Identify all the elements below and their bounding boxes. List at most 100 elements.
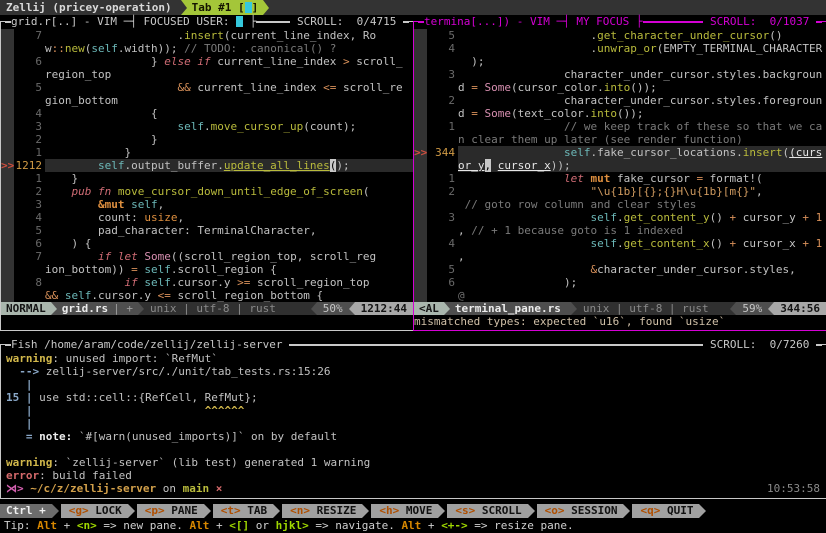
scroll-indicator: SCROLL: 0/1037 (703, 15, 816, 28)
token-key: <n> (77, 519, 97, 532)
pane-title-text: termina[...]) - VIM ─┤ MY FOCUS ├ (424, 15, 643, 28)
token-sf: self (91, 42, 118, 55)
token-op: >= (237, 276, 250, 289)
ctrl-prefix: Ctrl + (0, 504, 52, 518)
token-op: <= (323, 81, 336, 94)
keybind-key: <p> (145, 504, 172, 517)
code-text: , // + 1 because goto is 1 indexed (458, 224, 826, 237)
token-d (33, 404, 205, 417)
tab-1[interactable]: Tab #1 [] (187, 0, 264, 15)
line-number: 2 (427, 185, 458, 198)
terminal-row: && self.cursor.y <= scroll_region_bottom… (1, 289, 413, 302)
gutter-sign (414, 211, 427, 224)
keybind-session[interactable]: <o> SESSION (537, 504, 624, 518)
pane-grid-rs[interactable]: grid.r[..] - VIM ─┤ FOCUSED USER: ├ SCRO… (0, 21, 414, 331)
token-d: .width)); (118, 42, 184, 55)
gutter-sign (414, 263, 427, 276)
line-number: 6 (14, 55, 45, 68)
token-d: fake_cursor (610, 172, 696, 185)
keybind-move[interactable]: <h> MOVE (371, 504, 438, 518)
token-d: scroll_re (336, 81, 402, 94)
code-text: self.output_buffer.update_all_lines(); (45, 159, 413, 172)
token-sf: self (177, 120, 204, 133)
token-sf: self (65, 289, 92, 302)
token-mu: &mut (98, 198, 125, 211)
code-text: self.fake_cursor_locations.insert((curs (458, 146, 826, 159)
token-bl: = (6, 430, 33, 443)
token-kw: if (124, 276, 137, 289)
token-fn: move_cursor_up (211, 120, 304, 133)
keybind-scroll[interactable]: <s> SCROLL (447, 504, 527, 518)
token-ul: cursor_x (498, 159, 551, 172)
token-wh: note: (39, 430, 72, 443)
token-d: zellij-server/src/./unit/tab_tests.rs:15… (39, 365, 330, 378)
keybind-tab[interactable]: <t> TAB (213, 504, 273, 518)
token-d: . (458, 29, 597, 42)
token-sf: self (564, 146, 591, 159)
terminal-row: 4 { (1, 107, 413, 120)
keybind-label: RESIZE (317, 504, 357, 517)
title-line (418, 15, 424, 28)
token-alt: Alt (37, 519, 57, 532)
terminal-row: 4 count: usize, (1, 211, 413, 224)
token-d: w (45, 42, 52, 55)
token-op: && (177, 81, 190, 94)
title-line (816, 338, 822, 351)
token-nu: 1 (816, 237, 823, 250)
gutter-sign (1, 55, 14, 68)
gutter-sign (414, 94, 427, 107)
code-text: w::new(self.width)); // TODO: .canonical… (45, 42, 413, 55)
token-d: . (617, 237, 624, 250)
code-text: d = Some(cursor_color.into()); (458, 81, 826, 94)
gutter-sign (1, 237, 14, 250)
token-d: . (45, 29, 184, 42)
terminal-row: 4 .unwrap_or(EMPTY_TERMINAL_CHARACTER (414, 42, 826, 55)
terminal-row: w::new(self.width)); // TODO: .canonical… (1, 42, 413, 55)
token-bl: | (6, 417, 33, 430)
gutter-sign (414, 289, 427, 302)
keybind-pane[interactable]: <p> PANE (137, 504, 204, 518)
pane-fish-shell[interactable]: Fish /home/aram/code/zellij/zellij-serve… (0, 344, 826, 499)
terminal-row: >>344 self.fake_cursor_locations.insert(… (414, 146, 826, 159)
pane-title-fish: Fish /home/aram/code/zellij/zellij-serve… (5, 338, 822, 351)
line-number: 7 (14, 250, 45, 263)
gutter-sign (1, 81, 14, 94)
line-number (427, 198, 458, 211)
keybind-lock[interactable]: <g> LOCK (61, 504, 128, 518)
statusline-position: 344:56 (774, 302, 826, 315)
token-ul: (curs (789, 146, 822, 159)
terminal-row: 3 &mut self, (1, 198, 413, 211)
token-d (809, 211, 816, 224)
statusline-position: 1212:44 (355, 302, 413, 315)
gutter-sign (1, 42, 14, 55)
token-sf: self (98, 159, 125, 172)
token-d: scroll_ (350, 55, 403, 68)
token-er: × (216, 482, 223, 495)
gutter-sign (414, 185, 427, 198)
code-text: character_under_cursor.styles.backgroun (458, 68, 826, 81)
token-d (45, 198, 98, 211)
code-text: } (45, 172, 413, 185)
pane-title-text: Fish /home/aram/code/zellij/zellij-serve… (11, 338, 289, 351)
line-number: 8 (14, 276, 45, 289)
line-number: 4 (14, 211, 45, 224)
keybind-quit[interactable]: <q> QUIT (632, 504, 699, 518)
terminal-row: 5 && current_line_index <= scroll_re (1, 81, 413, 94)
gutter-sign: >> (1, 159, 14, 172)
gutter-sign (1, 133, 14, 146)
token-nu: 1 (816, 211, 823, 224)
token-d: current_line_index (191, 81, 323, 94)
token-sf: self (144, 263, 171, 276)
token-d: pad_character: TerminalCharacter, (45, 224, 317, 237)
terminal-row: n clear them up later (see render functi… (414, 133, 826, 146)
code-text: self.get_content_y() + cursor_y + 1 (458, 211, 826, 224)
keybind-resize[interactable]: <n> RESIZE (282, 504, 362, 518)
code-text: ); (458, 55, 826, 68)
pane-title-terminal-pane-rs: termina[...]) - VIM ─┤ MY FOCUS ├ SCROLL… (418, 15, 822, 28)
sync-indicator-block (245, 2, 252, 13)
terminal-row: // goto row column and clear styles (414, 198, 826, 211)
token-cm: // we keep track of these so that we ca (564, 120, 822, 133)
pane-terminal-pane-rs[interactable]: termina[...]) - VIM ─┤ MY FOCUS ├ SCROLL… (413, 21, 826, 331)
line-number: 6 (427, 276, 458, 289)
token-d (491, 159, 498, 172)
